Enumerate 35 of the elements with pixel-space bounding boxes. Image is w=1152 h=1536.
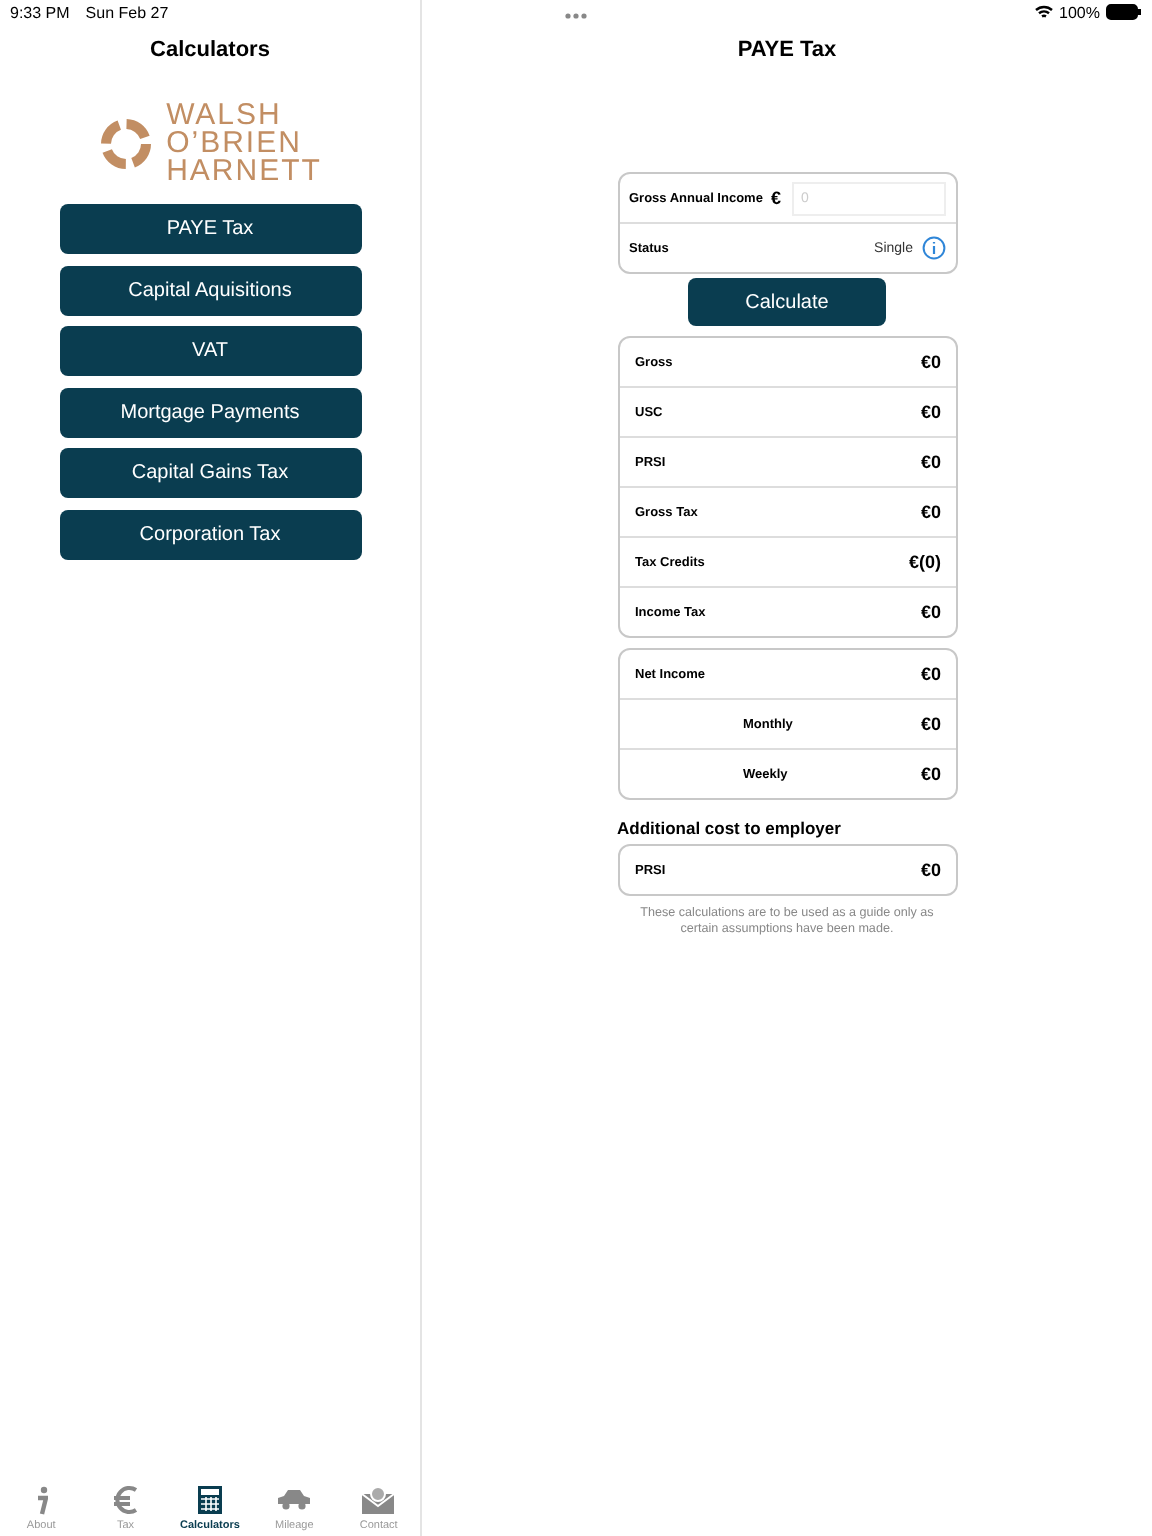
battery-percent: 100%: [1059, 3, 1100, 21]
envelope-icon: [360, 1484, 397, 1516]
battery-icon: [1106, 4, 1142, 20]
status-date: Sun Feb 27: [85, 3, 169, 21]
result-value: €0: [920, 452, 941, 472]
calculator-button[interactable]: Mortgage Payments: [59, 387, 361, 437]
calculate-button[interactable]: Calculate: [688, 278, 886, 326]
result-value: €0: [920, 602, 941, 622]
calculator-button[interactable]: VAT: [59, 326, 361, 376]
result-value: €0: [920, 402, 941, 422]
section-heading: Additional cost to employer: [617, 818, 841, 838]
wifi-icon: [1033, 4, 1054, 20]
calculator-button[interactable]: Capital Aquisitions: [59, 265, 361, 315]
currency-symbol: €: [770, 188, 781, 208]
more-dots-icon[interactable]: [564, 12, 588, 20]
info-icon[interactable]: [921, 236, 945, 260]
car-icon: [276, 1484, 313, 1516]
result-value: €0: [920, 764, 941, 784]
page-title: PAYE Tax: [737, 36, 837, 66]
calculator-button[interactable]: Capital Gains Tax: [59, 448, 361, 498]
result-value: €0: [920, 502, 941, 522]
calculator-icon: [193, 1484, 226, 1516]
result-value: €(0): [908, 552, 941, 572]
result-value: €0: [920, 714, 941, 734]
info-icon: [35, 1484, 48, 1516]
logo-wordmark: WALSH O’BRIEN HARNETT: [166, 102, 322, 186]
result-value: €0: [920, 860, 941, 880]
euro-icon: [109, 1484, 142, 1516]
result-value: €0: [920, 352, 941, 372]
sidebar-title: Calculators: [150, 36, 270, 66]
result-value: €0: [920, 664, 941, 684]
logo-ring-icon: [98, 116, 155, 172]
status-time: 9:33 PM: [10, 3, 70, 21]
calculator-button[interactable]: PAYE Tax: [59, 204, 361, 254]
calculator-button[interactable]: Corporation Tax: [59, 509, 361, 559]
